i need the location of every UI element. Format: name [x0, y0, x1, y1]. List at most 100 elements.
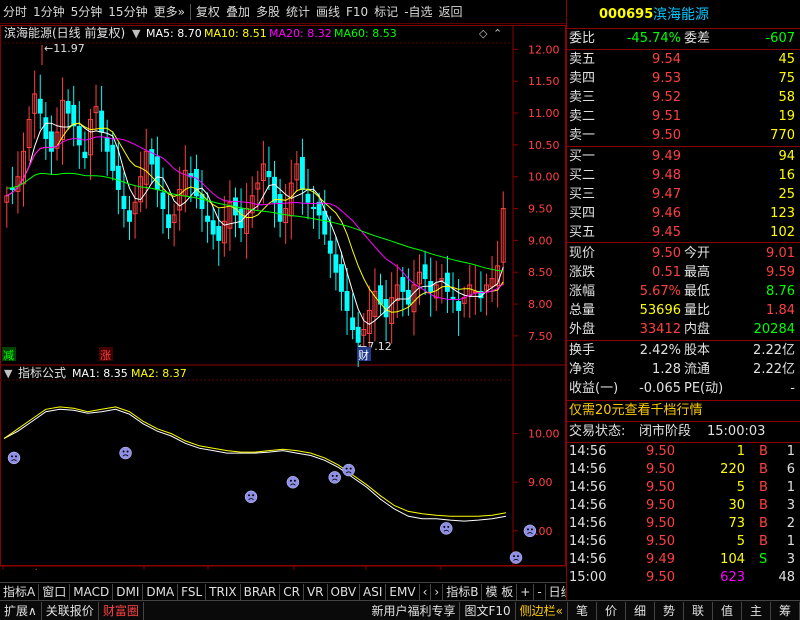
wealth-circle-button[interactable]: 财富圈 [99, 601, 144, 620]
tab-minute[interactable]: 分时 [0, 1, 30, 23]
sad-face-icon[interactable] [342, 463, 355, 477]
candle-body[interactable] [316, 201, 322, 216]
nav-xi[interactable]: 细 [626, 601, 655, 620]
candle-body[interactable] [154, 156, 160, 190]
nav-lian[interactable]: 联 [684, 601, 713, 620]
period-daily-button[interactable]: 日线 [546, 584, 566, 600]
candle-body[interactable] [76, 126, 82, 146]
promo-row[interactable]: 仅需20元查看千档行情 [567, 401, 800, 421]
candle-body[interactable] [277, 194, 283, 222]
candle-body[interactable] [238, 208, 244, 229]
scroll-right-icon[interactable]: › [431, 583, 444, 600]
candle-body[interactable] [104, 137, 110, 152]
candle-body[interactable] [115, 165, 121, 190]
candle-body[interactable] [450, 296, 456, 299]
candle-body[interactable] [193, 168, 199, 197]
candle-body[interactable] [166, 214, 171, 229]
buy-row[interactable]: 买二 9.48 16 [567, 166, 800, 186]
buy-row[interactable]: 买一 9.49 94 [567, 147, 800, 167]
nav-bi[interactable]: 笔 [568, 601, 597, 620]
nav-shi[interactable]: 势 [655, 601, 684, 620]
candle-body[interactable] [205, 215, 211, 222]
sell-row[interactable]: 卖四 9.53 75 [567, 69, 800, 89]
tab-fsl[interactable]: FSL [178, 583, 207, 600]
sell-row[interactable]: 卖二 9.51 19 [567, 107, 800, 127]
candle-body[interactable] [400, 277, 406, 292]
sell-row[interactable]: 卖三 9.52 58 [567, 88, 800, 108]
candle-body[interactable] [43, 117, 49, 140]
candle-body[interactable] [422, 264, 428, 280]
sad-face-icon[interactable] [523, 524, 537, 538]
tab-macd[interactable]: MACD [70, 583, 114, 600]
stock-name[interactable]: 滨海能源 [653, 5, 709, 25]
tab-dmi[interactable]: DMI [113, 583, 144, 600]
expand-button[interactable]: 扩展∧ [0, 601, 42, 620]
buy-row[interactable]: 买四 9.46 123 [567, 204, 800, 224]
candle-body[interactable] [299, 157, 305, 190]
tab-obv[interactable]: OBV [328, 583, 361, 600]
buy-row[interactable]: 买五 9.45 102 [567, 223, 800, 243]
back-button[interactable]: 返回 [436, 1, 466, 23]
candle-body[interactable] [65, 100, 71, 114]
candle-body[interactable] [339, 264, 344, 292]
candle-body[interactable] [71, 104, 77, 127]
draw-line-button[interactable]: 画线 [313, 1, 343, 23]
collapse-up-icon[interactable]: ⌃ [493, 27, 502, 40]
tab-dma[interactable]: DMA [143, 583, 179, 600]
candle-body[interactable] [210, 220, 216, 235]
sidebar-toggle[interactable]: 侧边栏« [516, 601, 568, 620]
tab-1min[interactable]: 1分钟 [30, 1, 68, 23]
tab-cr[interactable]: CR [280, 583, 304, 600]
candle-body[interactable] [37, 98, 43, 114]
scroll-left-icon[interactable]: ‹ [420, 583, 432, 600]
statistics-button[interactable]: 统计 [283, 1, 313, 23]
candle-body[interactable] [9, 187, 15, 190]
candle-body[interactable] [48, 131, 54, 152]
candle-body[interactable] [121, 195, 127, 210]
buy-row[interactable]: 买三 9.47 25 [567, 185, 800, 205]
sad-face-icon[interactable] [509, 551, 523, 564]
sad-face-icon[interactable] [440, 522, 453, 535]
tab-indicator-b[interactable]: 指标B [443, 583, 483, 600]
template-button[interactable]: 模 板 [482, 583, 518, 600]
tab-brar[interactable]: BRAR [241, 583, 281, 600]
tab-15min[interactable]: 15分钟 [105, 1, 150, 23]
candle-body[interactable] [82, 151, 88, 159]
sad-face-icon[interactable] [286, 475, 300, 489]
chevron-down-icon[interactable]: ▼ [132, 27, 141, 40]
mark-button[interactable]: 标记 [371, 1, 401, 23]
nav-zhu[interactable]: 主 [742, 601, 771, 620]
candle-body[interactable] [160, 192, 166, 210]
candle-body[interactable] [327, 240, 333, 254]
overlay-button[interactable]: 叠加 [223, 1, 253, 23]
sell-row[interactable]: 卖五 9.54 45 [567, 50, 800, 70]
candle-body[interactable] [344, 291, 350, 311]
tab-vr[interactable]: VR [304, 583, 328, 600]
candle-body[interactable] [110, 144, 116, 171]
candle-body[interactable] [305, 193, 311, 203]
sad-face-icon[interactable] [244, 490, 258, 504]
tab-indicator-a[interactable]: 指标A [0, 583, 40, 600]
related-quote-button[interactable]: 关联报价 [42, 601, 99, 620]
remove-watchlist-button[interactable]: -自选 [401, 1, 435, 23]
candle-body[interactable] [456, 301, 462, 311]
multi-stock-button[interactable]: 多股 [253, 1, 283, 23]
candle-body[interactable] [444, 272, 450, 292]
candle-body[interactable] [333, 254, 339, 273]
sad-face-icon[interactable] [119, 446, 132, 460]
candle-body[interactable] [322, 210, 328, 235]
f10-button[interactable]: F10 [343, 1, 371, 23]
promo-link[interactable]: 仅需20元查看千档行情 [569, 401, 703, 421]
tab-more[interactable]: 更多» [151, 1, 188, 23]
candle-body[interactable] [99, 110, 105, 133]
tab-window[interactable]: 窗口 [39, 583, 71, 600]
nav-chou[interactable]: 筹 [771, 601, 800, 620]
candle-body[interactable] [266, 170, 272, 178]
f10-text-button[interactable]: 图文F10 [460, 601, 516, 620]
tab-asi[interactable]: ASI [360, 583, 387, 600]
chevron-down-icon[interactable]: ▼ [4, 367, 13, 380]
new-user-benefit-link[interactable]: 新用户福利专享 [367, 601, 461, 620]
candle-body[interactable] [216, 226, 222, 241]
sell-row[interactable]: 卖一 9.50 770 [567, 126, 800, 146]
sad-face-icon[interactable] [7, 451, 21, 465]
